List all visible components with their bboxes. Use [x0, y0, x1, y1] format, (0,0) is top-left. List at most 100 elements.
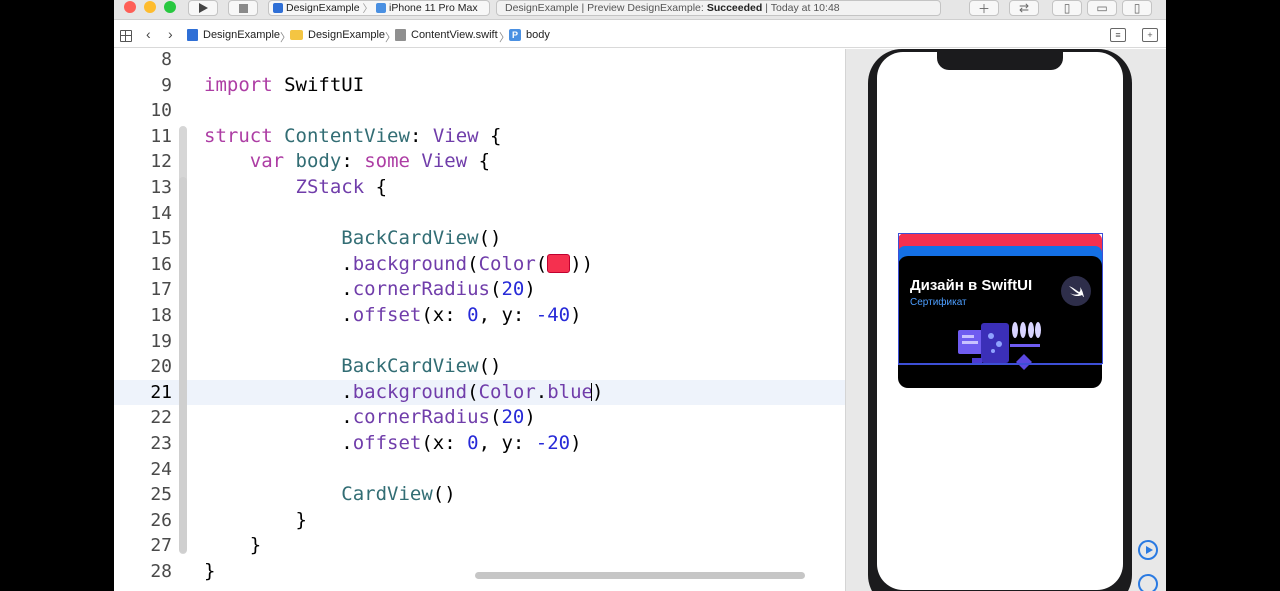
code-text[interactable]: .cornerRadius(20) — [204, 405, 536, 431]
line-number[interactable]: 11 — [114, 124, 172, 150]
code-token: offset — [352, 432, 422, 454]
code-line[interactable]: 27 } — [114, 533, 845, 559]
line-number[interactable]: 24 — [114, 457, 172, 483]
line-number[interactable]: 13 — [114, 175, 172, 201]
code-token: (x: — [421, 432, 468, 454]
code-line[interactable]: 8 — [114, 49, 845, 73]
chevron-right-icon[interactable]: › — [168, 26, 173, 42]
device-screen[interactable]: Дизайн в SwiftUI Сертификат — [877, 52, 1123, 590]
code-text[interactable]: } — [204, 559, 215, 585]
code-line[interactable]: 14 — [114, 201, 845, 227]
grid-icon[interactable] — [120, 30, 132, 42]
inspect-preview-icon[interactable] — [1138, 574, 1158, 591]
minimize-window-button[interactable] — [144, 1, 156, 13]
code-line[interactable]: 19 — [114, 329, 845, 355]
code-line[interactable]: 18 .offset(x: 0, y: -40) — [114, 303, 845, 329]
editor-options-icon[interactable]: ≡ — [1110, 28, 1126, 42]
code-text[interactable]: .offset(x: 0, y: -20) — [204, 431, 582, 457]
code-text[interactable]: BackCardView() — [204, 226, 501, 252]
code-text[interactable]: CardView() — [204, 482, 455, 508]
code-text[interactable]: } — [204, 533, 261, 559]
line-number[interactable]: 23 — [114, 431, 172, 457]
line-number[interactable]: 12 — [114, 149, 172, 175]
code-line[interactable]: 17 .cornerRadius(20) — [114, 277, 845, 303]
code-line[interactable]: 22 .cornerRadius(20) — [114, 405, 845, 431]
breadcrumb-folder[interactable]: DesignExample — [290, 29, 385, 41]
code-line[interactable]: 12 var body: some View { — [114, 149, 845, 175]
code-text[interactable]: .background(Color.blue) — [204, 380, 603, 406]
code-token: } — [204, 508, 307, 531]
code-text[interactable]: BackCardView() — [204, 354, 501, 380]
code-token: ) — [570, 432, 582, 454]
code-line[interactable]: 9 import SwiftUI — [114, 73, 845, 99]
code-line[interactable]: 25 CardView() — [114, 482, 845, 508]
code-line[interactable]: 20 BackCardView() — [114, 354, 845, 380]
inspector-toggle-button[interactable]: ▯ — [1122, 0, 1152, 16]
line-number[interactable]: 8 — [114, 49, 172, 73]
breadcrumb-file[interactable]: ContentView.swift — [395, 29, 498, 41]
code-line[interactable]: 13 ZStack { — [114, 175, 845, 201]
line-number[interactable]: 27 — [114, 533, 172, 559]
code-line[interactable]: 16 .background(Color()) — [114, 252, 845, 278]
add-editor-icon[interactable]: + — [1142, 28, 1158, 42]
code-text[interactable]: } — [204, 508, 307, 534]
code-text[interactable]: ZStack { — [204, 175, 388, 201]
code-token: cornerRadius — [352, 278, 490, 301]
run-button[interactable] — [188, 0, 218, 16]
code-text[interactable]: var body: some View { — [204, 149, 490, 175]
code-review-button[interactable]: ⇄ — [1009, 0, 1039, 16]
scheme-selector[interactable]: DesignExample 〉 iPhone 11 Pro Max — [268, 0, 490, 16]
breadcrumb-project[interactable]: DesignExample — [187, 29, 280, 41]
code-line[interactable]: 11 struct ContentView: View { — [114, 124, 845, 150]
line-number[interactable]: 26 — [114, 508, 172, 534]
code-editor[interactable]: 28} 27 } 26 } 25 CardView() 24 23 .offset(x: … — [114, 49, 845, 591]
line-number[interactable]: 9 — [114, 73, 172, 99]
breadcrumb-label: body — [526, 29, 550, 41]
code-line[interactable]: 21 .background(Color.blue) — [114, 379, 845, 406]
line-number[interactable]: 28 — [114, 559, 172, 585]
breadcrumb-symbol[interactable]: P body — [509, 29, 550, 41]
line-number[interactable]: 10 — [114, 98, 172, 124]
color-literal-swatch[interactable] — [547, 253, 571, 273]
code-token: (x: — [421, 304, 468, 326]
library-button[interactable]: ＋ — [969, 0, 999, 16]
line-number[interactable]: 14 — [114, 201, 172, 227]
code-text[interactable]: import SwiftUI — [204, 73, 364, 99]
zoom-window-button[interactable] — [164, 1, 176, 13]
line-number[interactable]: 16 — [114, 252, 172, 278]
line-number[interactable]: 15 — [114, 226, 172, 252]
line-number[interactable]: 22 — [114, 405, 172, 431]
code-text[interactable]: .cornerRadius(20) — [204, 277, 536, 303]
close-window-button[interactable] — [124, 1, 136, 13]
code-line[interactable]: 10 — [114, 98, 845, 124]
xcode-window: DesignExample 〉 iPhone 11 Pro Max Design… — [114, 0, 1166, 591]
line-number[interactable]: 19 — [114, 329, 172, 355]
live-preview-icon[interactable] — [1138, 540, 1158, 560]
code-token: . — [204, 278, 353, 301]
stop-button[interactable] — [228, 0, 258, 16]
navigator-toggle-button[interactable]: ▯ — [1052, 0, 1082, 16]
code-line[interactable]: 15 BackCardView() — [114, 226, 845, 252]
code-text[interactable]: .offset(x: 0, y: -40) — [204, 303, 581, 329]
code-line[interactable]: 23 .offset(x: 0, y: -20) — [114, 431, 845, 457]
line-number[interactable]: 25 — [114, 482, 172, 508]
line-number[interactable]: 21 — [114, 380, 172, 406]
line-number[interactable]: 17 — [114, 277, 172, 303]
folder-icon — [290, 30, 303, 40]
code-folding-ribbon-inner[interactable] — [179, 177, 187, 553]
horizontal-scrollbar[interactable] — [475, 572, 805, 579]
debug-toggle-button[interactable]: ▭ — [1087, 0, 1117, 16]
code-text[interactable]: struct ContentView: View { — [204, 124, 501, 150]
line-number[interactable]: 18 — [114, 303, 172, 329]
code-token: } — [204, 560, 216, 582]
code-line[interactable]: 24 — [114, 457, 845, 483]
code-token: )) — [570, 252, 594, 275]
code-token: . — [204, 380, 353, 403]
code-line[interactable]: 26 } — [114, 508, 845, 534]
line-number[interactable]: 20 — [114, 354, 172, 380]
chevron-left-icon[interactable]: ‹ — [146, 26, 151, 42]
code-token: SwiftUI — [272, 73, 365, 96]
code-text[interactable]: .background(Color()) — [204, 252, 593, 278]
